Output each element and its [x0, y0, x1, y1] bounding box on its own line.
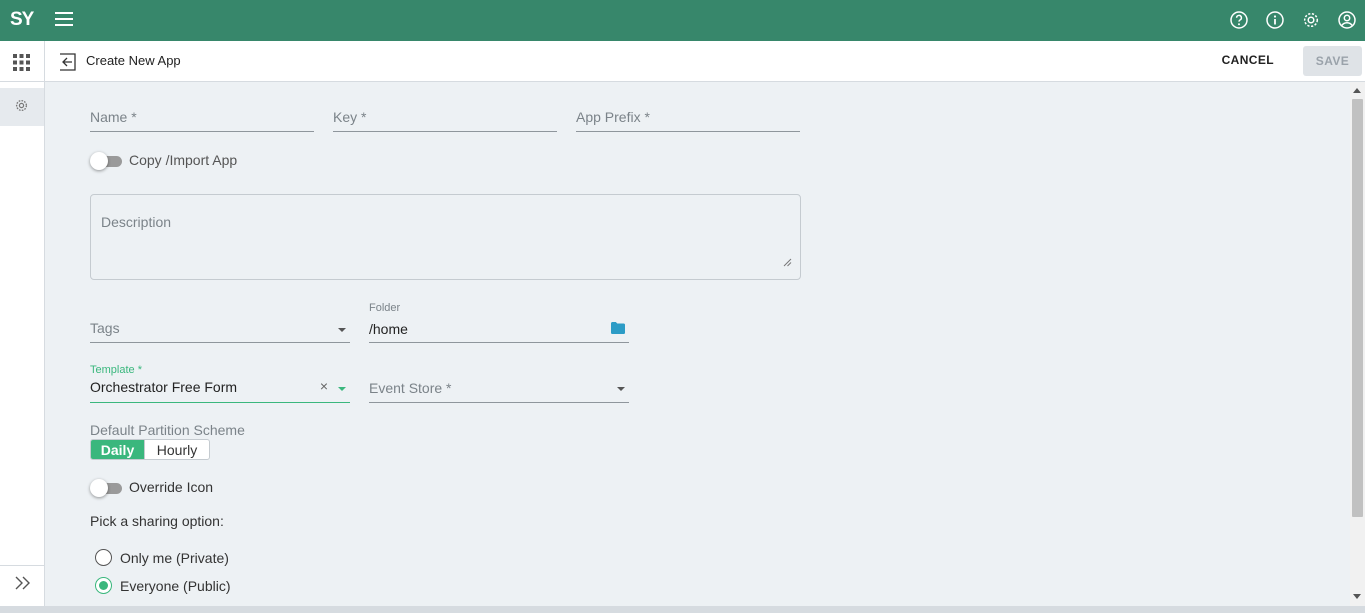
- template-value: Orchestrator Free Form: [90, 379, 238, 395]
- copy-import-label: Copy /Import App: [129, 152, 238, 168]
- account-icon[interactable]: [1337, 10, 1357, 30]
- override-icon-label: Override Icon: [129, 479, 214, 495]
- expand-icon[interactable]: [14, 576, 31, 590]
- horizontal-scrollbar[interactable]: [0, 606, 1365, 613]
- scroll-down-icon[interactable]: [1353, 594, 1361, 599]
- cancel-button[interactable]: CANCEL: [1222, 53, 1274, 67]
- override-icon-toggle[interactable]: [90, 479, 122, 497]
- app-prefix-placeholder: App Prefix *: [576, 109, 650, 125]
- vertical-scrollbar[interactable]: [1350, 82, 1365, 606]
- gear-icon: [15, 99, 28, 112]
- menu-icon[interactable]: [55, 12, 73, 28]
- rail-divider: [0, 565, 44, 566]
- app-logo[interactable]: SY: [10, 9, 34, 31]
- folder-icon[interactable]: [611, 322, 625, 334]
- sharing-public-label: Everyone (Public): [120, 578, 231, 594]
- partition-hourly-button[interactable]: Hourly: [144, 440, 209, 459]
- tags-select[interactable]: Tags: [90, 312, 350, 343]
- template-select[interactable]: Orchestrator Free Form ×: [90, 372, 350, 403]
- save-button[interactable]: SAVE: [1303, 46, 1362, 76]
- description-field[interactable]: Description: [90, 194, 801, 280]
- sharing-private-label: Only me (Private): [120, 550, 229, 566]
- description-placeholder: Description: [101, 214, 172, 230]
- event-store-select[interactable]: Event Store *: [369, 372, 629, 403]
- key-placeholder: Key *: [333, 109, 367, 125]
- scroll-up-icon[interactable]: [1353, 88, 1361, 93]
- page-title: Create New App: [86, 53, 181, 68]
- tags-placeholder: Tags: [90, 320, 120, 336]
- back-icon[interactable]: [59, 53, 76, 71]
- name-placeholder: Name *: [90, 109, 137, 125]
- rail-divider: [0, 81, 44, 82]
- chevron-down-icon: [617, 387, 625, 391]
- apps-grid-icon[interactable]: [13, 54, 30, 71]
- partition-daily-button[interactable]: Daily: [91, 440, 144, 459]
- clear-icon[interactable]: ×: [320, 378, 328, 394]
- copy-import-toggle[interactable]: [90, 152, 122, 170]
- left-rail: [0, 41, 45, 613]
- folder-field[interactable]: /home: [369, 312, 629, 343]
- folder-value: /home: [369, 321, 408, 337]
- header-bar: Create New App CANCEL SAVE: [45, 41, 1365, 82]
- partition-label: Default Partition Scheme: [90, 422, 245, 438]
- help-icon[interactable]: [1229, 10, 1249, 30]
- resize-handle-icon[interactable]: [783, 258, 792, 267]
- key-field[interactable]: Key *: [333, 100, 557, 132]
- sharing-public-radio[interactable]: [95, 577, 112, 594]
- chevron-down-icon: [338, 387, 346, 391]
- app-prefix-field[interactable]: App Prefix *: [576, 100, 800, 132]
- partition-scheme-toggle: Daily Hourly: [90, 439, 210, 460]
- sharing-label: Pick a sharing option:: [90, 513, 224, 529]
- info-icon[interactable]: [1265, 10, 1285, 30]
- name-field[interactable]: Name *: [90, 100, 314, 132]
- rail-item-settings[interactable]: [0, 88, 44, 126]
- top-bar: SY: [0, 0, 1365, 41]
- settings-icon[interactable]: [1301, 10, 1321, 30]
- sharing-private-radio[interactable]: [95, 549, 112, 566]
- scroll-thumb[interactable]: [1352, 99, 1363, 517]
- chevron-down-icon: [338, 328, 346, 332]
- event-store-placeholder: Event Store *: [369, 380, 452, 396]
- top-icons: [1213, 10, 1357, 30]
